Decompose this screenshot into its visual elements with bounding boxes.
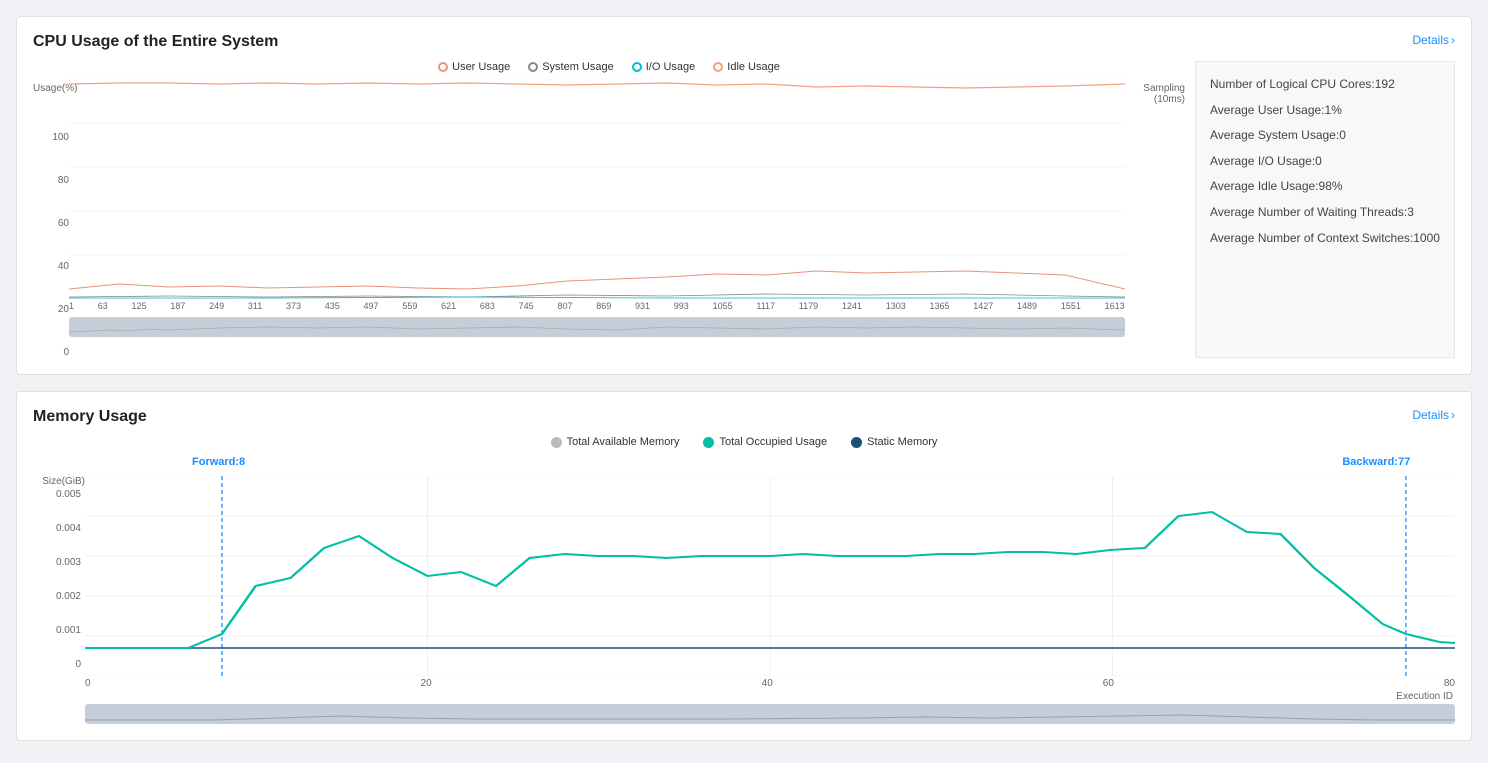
chevron-right-icon: › (1451, 33, 1455, 47)
cpu-scrollbar[interactable] (69, 317, 1125, 337)
legend-total-occupied: Total Occupied Usage (703, 436, 827, 448)
legend-total-available: Total Available Memory (551, 436, 680, 448)
legend-dot-user (438, 62, 448, 72)
memory-x-axis-label: Execution ID (85, 691, 1453, 702)
stat-context-switches: Average Number of Context Switches:1000 (1210, 228, 1440, 250)
legend-io-usage: I/O Usage (632, 61, 696, 73)
legend-dot-io (632, 62, 642, 72)
stat-avg-idle: Average Idle Usage:98% (1210, 176, 1440, 198)
stat-logical-cores: Number of Logical CPU Cores:192 (1210, 74, 1440, 96)
backward-label: Backward:77 (1342, 456, 1410, 468)
cpu-legend: User Usage System Usage I/O Usage Idle U… (33, 61, 1185, 73)
mem-dot-available (551, 437, 562, 448)
legend-dot-system (528, 62, 538, 72)
chevron-right-icon: › (1451, 408, 1455, 422)
stat-avg-system: Average System Usage:0 (1210, 125, 1440, 147)
memory-x-axis: 0 20 40 60 80 (85, 676, 1455, 691)
cpu-panel: CPU Usage of the Entire System Details ›… (16, 16, 1472, 375)
stat-avg-user: Average User Usage:1% (1210, 100, 1440, 122)
cpu-chart-area: User Usage System Usage I/O Usage Idle U… (33, 61, 1185, 358)
cpu-details-link[interactable]: Details › (1412, 33, 1455, 47)
forward-label: Forward:8 (192, 456, 245, 468)
legend-static-memory: Static Memory (851, 436, 937, 448)
stat-waiting-threads: Average Number of Waiting Threads:3 (1210, 202, 1440, 224)
legend-user-usage: User Usage (438, 61, 510, 73)
memory-panel: Memory Usage Details › Total Available M… (16, 391, 1472, 741)
cpu-sampling-label: Sampling (10ms) (1125, 79, 1185, 105)
cpu-stats-box: Number of Logical CPU Cores:192 Average … (1195, 61, 1455, 358)
mem-dot-static (851, 437, 862, 448)
memory-legend: Total Available Memory Total Occupied Us… (33, 436, 1455, 448)
memory-y-axis: Size(GiB) 0.005 0.004 0.003 0.002 0.001 … (33, 456, 85, 693)
legend-dot-idle (713, 62, 723, 72)
legend-system-usage: System Usage (528, 61, 614, 73)
legend-idle-usage: Idle Usage (713, 61, 780, 73)
memory-panel-title: Memory Usage (33, 408, 1455, 426)
cpu-chart-svg (69, 79, 1125, 299)
cpu-x-axis: 1631251872493113734354975596216837458078… (69, 299, 1125, 313)
cpu-y-axis-label: Usage(%) 100 80 60 40 20 0 (33, 79, 69, 358)
memory-details-link[interactable]: Details › (1412, 408, 1455, 422)
cpu-panel-title: CPU Usage of the Entire System (33, 33, 1455, 51)
memory-scrollbar[interactable] (85, 704, 1455, 724)
stat-avg-io: Average I/O Usage:0 (1210, 151, 1440, 173)
mem-dot-occupied (703, 437, 714, 448)
memory-chart-svg (85, 476, 1455, 676)
